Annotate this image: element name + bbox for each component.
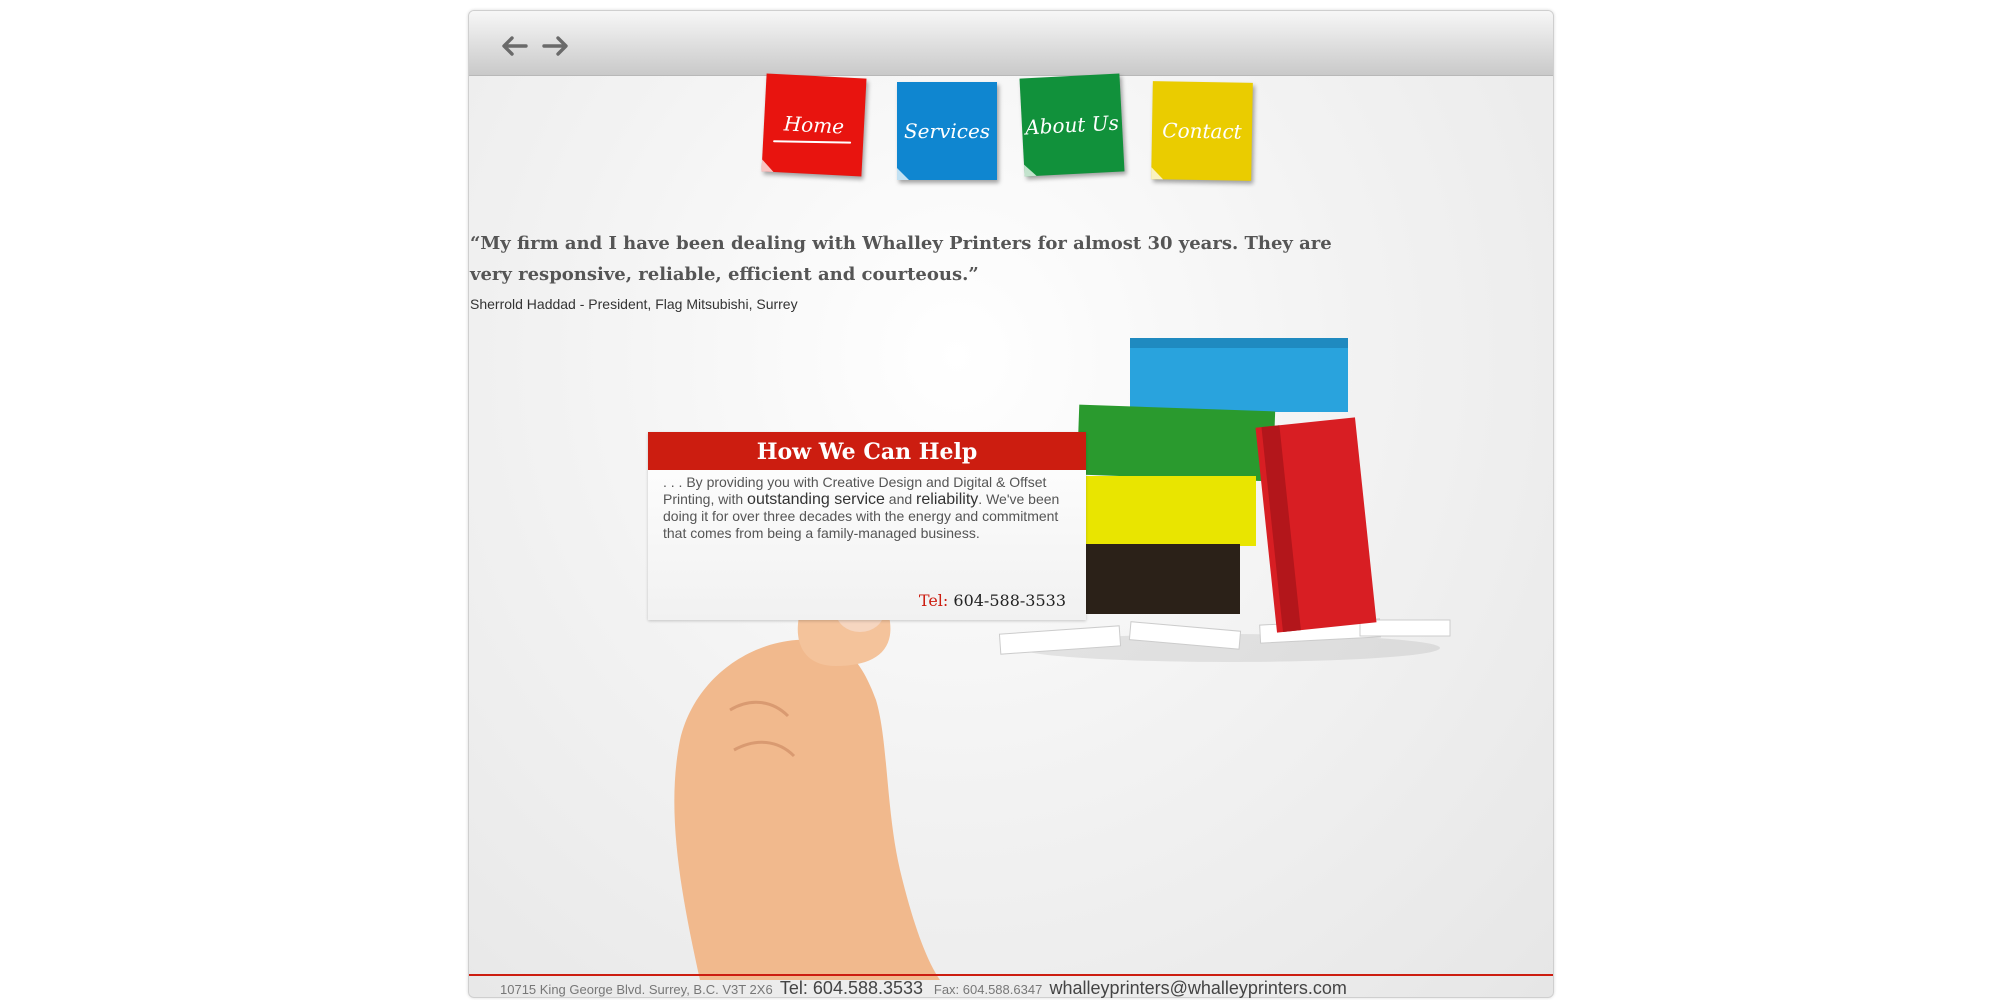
hand-image: [674, 583, 940, 980]
nav-home[interactable]: Home: [761, 73, 867, 177]
nav-services-label: Services: [903, 119, 991, 143]
nav-services[interactable]: Services: [897, 82, 997, 180]
how-we-can-help-card: How We Can Help . . . By providing you w…: [648, 432, 1086, 620]
footer-divider: [469, 974, 1553, 976]
nav-home-label: Home: [772, 111, 852, 144]
testimonial-quote: “My firm and I have been dealing with Wh…: [470, 233, 1332, 285]
footer-fax: Fax: 604.588.6347: [933, 982, 1043, 997]
help-card-title: How We Can Help: [648, 432, 1086, 470]
help-card-phone: Tel: 604-588-3533: [918, 591, 1066, 610]
footer-email[interactable]: whalleyprinters@whalleyprinters.com: [1050, 978, 1347, 998]
forward-arrow-icon[interactable]: [541, 33, 575, 63]
nav-about-us[interactable]: About Us: [1019, 73, 1125, 177]
footer-phone: Tel: 604.588.3533: [779, 978, 924, 998]
nav-contact[interactable]: Contact: [1151, 81, 1253, 181]
back-arrow-icon[interactable]: [499, 33, 533, 63]
footer: 10715 King George Blvd. Surrey, B.C. V3T…: [500, 978, 1347, 999]
nav-about-us-label: About Us: [1024, 110, 1120, 140]
nav-contact-label: Contact: [1162, 118, 1242, 144]
help-card-text: . . . By providing you with Creative Des…: [663, 474, 1060, 541]
top-toolbar: [469, 11, 1553, 76]
testimonial-author: Sherrold Haddad - President, Flag Mitsub…: [470, 296, 798, 312]
footer-address: 10715 King George Blvd. Surrey, B.C. V3T…: [500, 982, 773, 997]
